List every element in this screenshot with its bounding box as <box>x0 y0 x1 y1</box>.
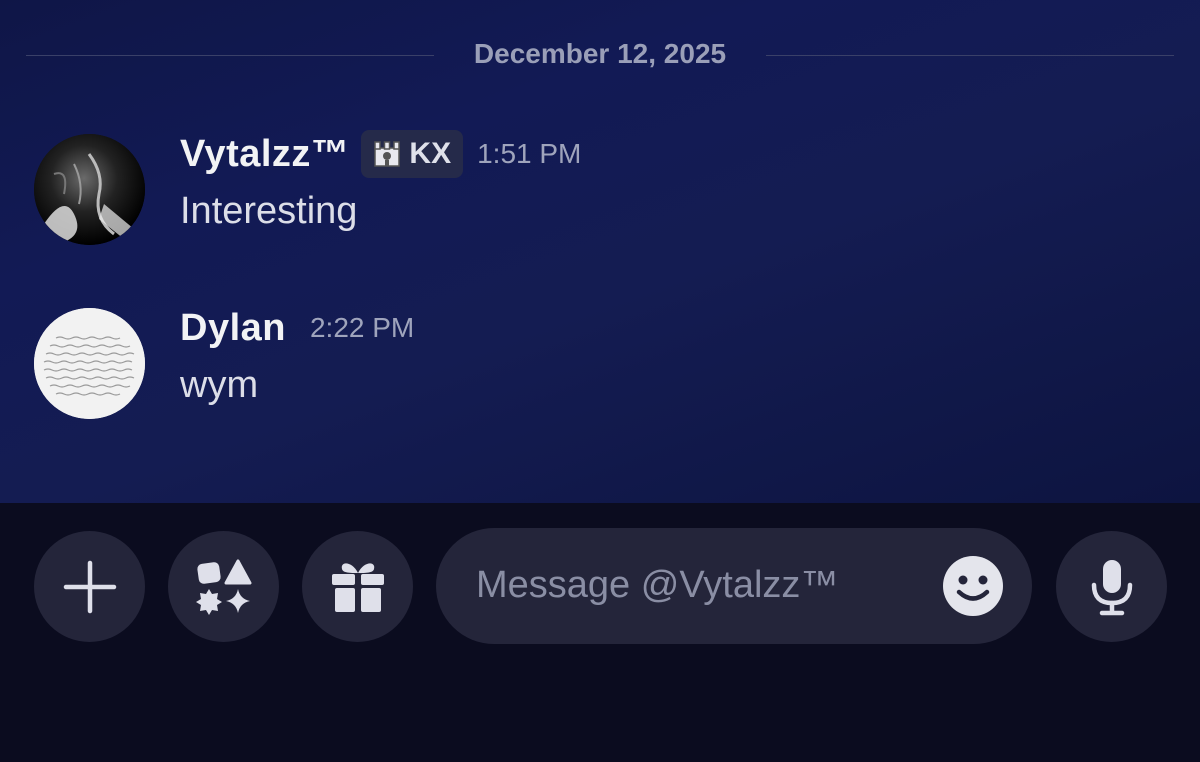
microphone-button[interactable] <box>1056 531 1167 642</box>
avatar[interactable] <box>34 134 145 245</box>
gift-button[interactable] <box>302 531 413 642</box>
emoji-icon <box>943 556 1003 616</box>
attach-button[interactable] <box>34 531 145 642</box>
apps-icon <box>195 559 251 615</box>
message-text: wym <box>180 364 259 406</box>
avatar[interactable] <box>34 308 145 419</box>
divider-line-right <box>766 55 1174 56</box>
emoji-button[interactable] <box>942 555 1004 617</box>
server-tag-badge[interactable]: KX <box>361 130 464 178</box>
message-timestamp: 1:51 PM <box>477 138 582 169</box>
message-composer: Message @Vytalzz™ <box>0 503 1200 762</box>
username[interactable]: Dylan <box>180 307 286 350</box>
message-header: Dylan 2:22 PM <box>180 302 414 354</box>
date-divider: December 12, 2025 <box>0 34 1200 78</box>
message-input[interactable]: Message @Vytalzz™ <box>436 528 1032 644</box>
plus-icon <box>63 560 116 613</box>
message-input-placeholder: Message @Vytalzz™ <box>476 564 839 606</box>
castle-icon <box>371 138 403 170</box>
divider-line-left <box>26 55 434 56</box>
server-tag-text: KX <box>409 137 452 170</box>
apps-button[interactable] <box>168 531 279 642</box>
message-text: Interesting <box>180 190 358 232</box>
gift-icon <box>331 562 384 612</box>
microphone-icon <box>1091 559 1132 615</box>
chat-area: December 12, 2025 Vytalzz™ KX 1:51 PM In… <box>0 0 1200 503</box>
username[interactable]: Vytalzz™ <box>180 133 349 176</box>
message-timestamp: 2:22 PM <box>309 312 415 343</box>
date-divider-text: December 12, 2025 <box>473 38 727 69</box>
message-header: Vytalzz™ KX 1:51 PM <box>180 128 581 180</box>
